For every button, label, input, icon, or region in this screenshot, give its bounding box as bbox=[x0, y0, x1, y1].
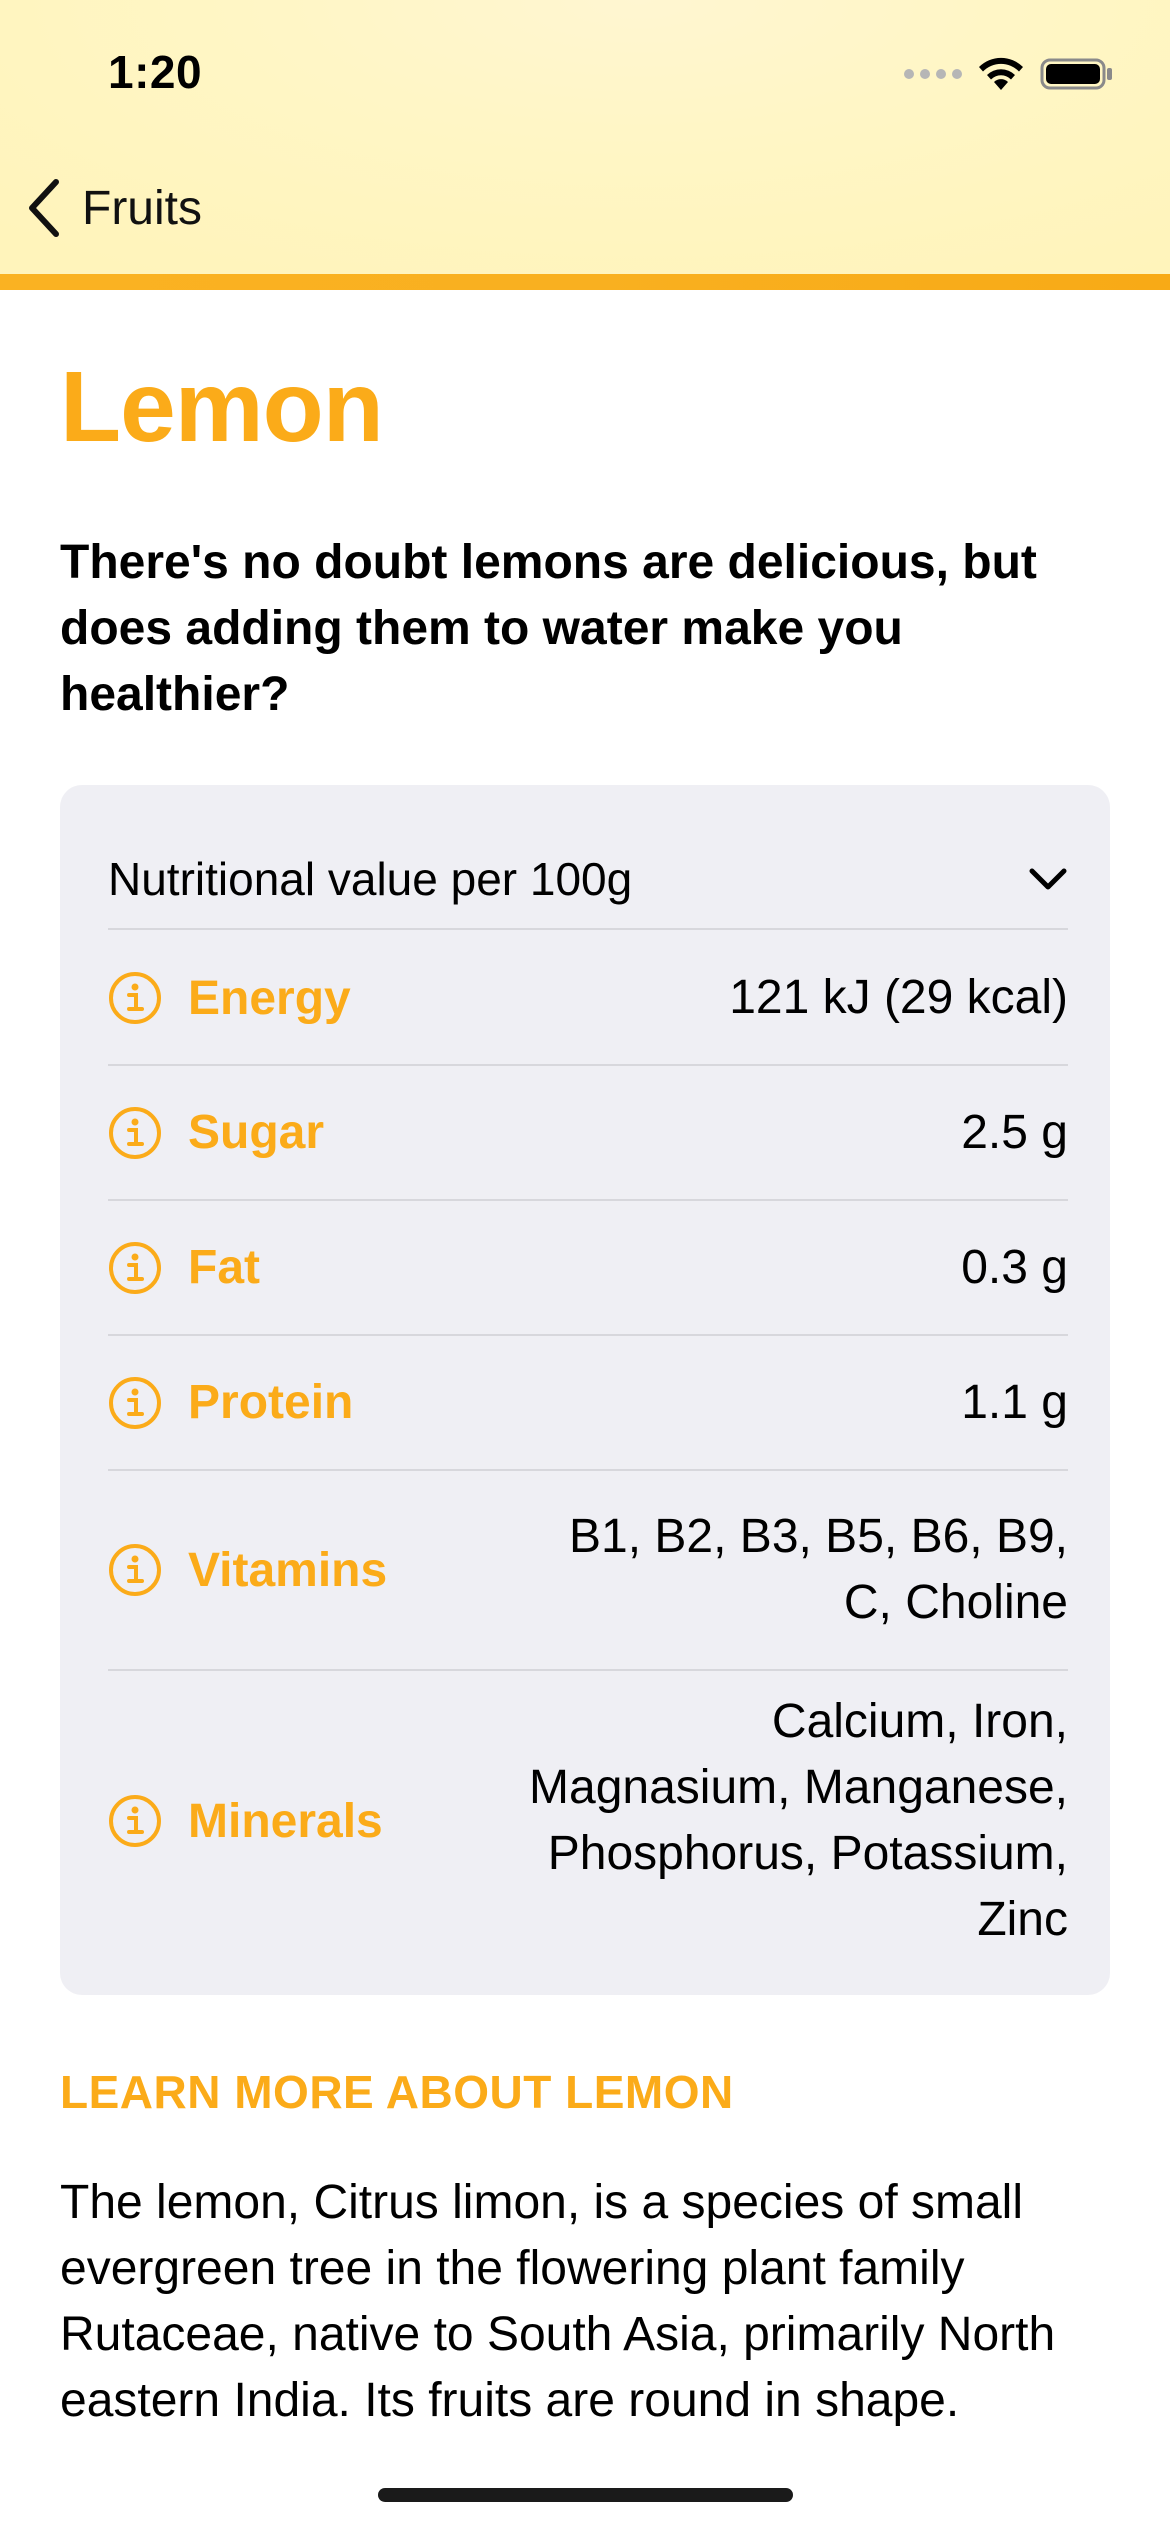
nutrition-value-line: B1, B2, B3, B5, B6, B9, bbox=[569, 1510, 1068, 1563]
wifi-icon bbox=[979, 57, 1023, 90]
back-button-label: Fruits bbox=[82, 181, 202, 235]
nutrition-value-line: Magnasium, Manganese, bbox=[529, 1761, 1068, 1814]
back-button[interactable]: Fruits bbox=[24, 168, 202, 248]
status-time: 1:20 bbox=[108, 46, 203, 98]
nutrition-value: Calcium, Iron, Magnasium, Manganese, Pho… bbox=[529, 1689, 1068, 1953]
nutrition-row-energy: Energy 121 kJ (29 kcal) bbox=[108, 932, 1068, 1066]
info-icon[interactable] bbox=[108, 1794, 162, 1848]
nutrition-value-line: Phosphorus, Potassium, bbox=[547, 1827, 1068, 1880]
nutrition-header-label: Nutritional value per 100g bbox=[108, 853, 633, 905]
info-icon[interactable] bbox=[108, 1543, 162, 1597]
nutrition-name: Energy bbox=[188, 971, 351, 1025]
nutrition-row-fat: Fat 0.3 g bbox=[108, 1201, 1068, 1336]
nutrition-name: Vitamins bbox=[188, 1543, 388, 1597]
nutrition-value-line: Zinc bbox=[977, 1893, 1068, 1946]
fruit-description: The lemon, Citrus limon, is a species of… bbox=[60, 2176, 1056, 2427]
nutrition-value: B1, B2, B3, B5, B6, B9, C, Choline bbox=[569, 1504, 1068, 1636]
nutrition-row-minerals: Minerals Calcium, Iron, Magnasium, Manga… bbox=[108, 1671, 1068, 1971]
nutrition-row-sugar: Sugar 2.5 g bbox=[108, 1066, 1068, 1201]
battery-icon bbox=[1040, 58, 1112, 90]
chevron-down-icon bbox=[1029, 868, 1067, 890]
cellular-dots-icon bbox=[904, 69, 962, 79]
nutrition-value-line: Calcium, Iron, bbox=[771, 1695, 1068, 1748]
nutrition-value-line: C, Choline bbox=[843, 1576, 1068, 1629]
nutrition-value: 2.5 g bbox=[961, 1105, 1068, 1159]
page-title: Lemon bbox=[60, 351, 384, 463]
learn-more-heading[interactable]: LEARN MORE ABOUT LEMON bbox=[60, 2065, 734, 2119]
nutrition-row-vitamins: Vitamins B1, B2, B3, B5, B6, B9, C, Chol… bbox=[108, 1471, 1068, 1671]
nutrition-name: Sugar bbox=[188, 1106, 325, 1159]
info-icon[interactable] bbox=[108, 1241, 162, 1295]
nutrition-card: Nutritional value per 100g Energy 121 kJ… bbox=[60, 785, 1110, 1995]
info-icon[interactable] bbox=[108, 971, 162, 1025]
nutrition-value: 1.1 g bbox=[961, 1375, 1068, 1429]
nutrition-name: Fat bbox=[188, 1241, 260, 1294]
nutrition-disclosure-toggle[interactable]: Nutritional value per 100g bbox=[108, 830, 1068, 930]
nutrition-value: 121 kJ (29 kcal) bbox=[729, 971, 1068, 1024]
page-subtitle: There's no doubt lemons are delicious, b… bbox=[60, 536, 1037, 721]
chevron-left-icon bbox=[29, 179, 59, 237]
nutrition-name: Minerals bbox=[188, 1794, 383, 1848]
info-icon[interactable] bbox=[108, 1376, 162, 1430]
header-accent-strip bbox=[0, 274, 1170, 290]
home-indicator[interactable] bbox=[378, 2488, 793, 2502]
nutrition-row-protein: Protein 1.1 g bbox=[108, 1336, 1068, 1471]
header: 1:20 Fruits bbox=[0, 0, 1170, 274]
fruit-detail-screen: 1:20 Fruits Lemon There's no doubt lemon… bbox=[0, 0, 1170, 2532]
nutrition-value: 0.3 g bbox=[961, 1240, 1068, 1294]
nutrition-name: Protein bbox=[188, 1376, 354, 1429]
info-icon[interactable] bbox=[108, 1106, 162, 1160]
status-icons bbox=[904, 52, 1114, 96]
